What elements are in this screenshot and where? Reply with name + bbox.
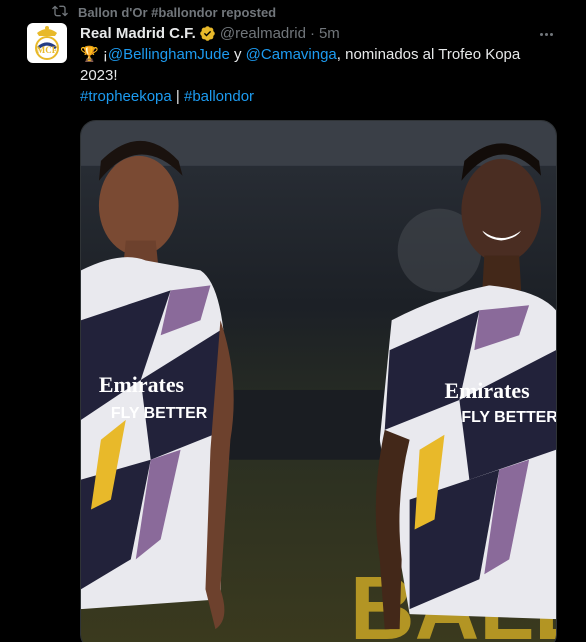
- post-text: 🏆 ¡@BellinghamJude y @Camavinga, nominad…: [80, 44, 560, 86]
- svg-text:MCF: MCF: [37, 45, 58, 55]
- repost-text: Ballon d'Or #ballondor reposted: [78, 4, 277, 20]
- trophy-emoji: 🏆: [80, 46, 99, 63]
- post-image[interactable]: BALLA Emirates FLY BETTER: [80, 120, 557, 642]
- mention-camavinga[interactable]: @Camavinga: [246, 46, 337, 63]
- hashtags: #tropheekopa | #ballondor: [80, 86, 254, 107]
- timestamp[interactable]: 5m: [319, 25, 340, 42]
- display-name[interactable]: Real Madrid C.F.: [80, 25, 196, 42]
- hashtag-separator: |: [171, 88, 184, 105]
- repost-icon: [52, 3, 68, 22]
- mention-bellingham[interactable]: @BellinghamJude: [108, 46, 230, 63]
- right-jersey-tagline: FLY BETTER: [461, 409, 556, 426]
- text-mid: y: [229, 46, 246, 63]
- repost-indicator[interactable]: Ballon d'Or #ballondor reposted: [52, 3, 276, 21]
- post[interactable]: Ballon d'Or #ballondor reposted MCF Real…: [0, 0, 586, 642]
- avatar[interactable]: MCF: [27, 23, 67, 63]
- hashtag-tropheekopa[interactable]: #tropheekopa: [80, 88, 172, 105]
- hashtag-ballondor[interactable]: #ballondor: [184, 88, 254, 105]
- separator-dot: ·: [309, 24, 315, 42]
- more-options-icon[interactable]: [536, 24, 556, 44]
- verified-badge-icon[interactable]: [199, 25, 216, 42]
- left-jersey-tagline: FLY BETTER: [111, 405, 208, 422]
- left-jersey-sponsor: Emirates: [99, 372, 184, 397]
- author-handle[interactable]: @realmadrid: [220, 25, 306, 42]
- real-madrid-crest-icon: MCF: [35, 26, 59, 60]
- post-header: Real Madrid C.F. @realmadrid · 5m: [80, 23, 340, 43]
- right-jersey-sponsor: Emirates: [444, 378, 529, 403]
